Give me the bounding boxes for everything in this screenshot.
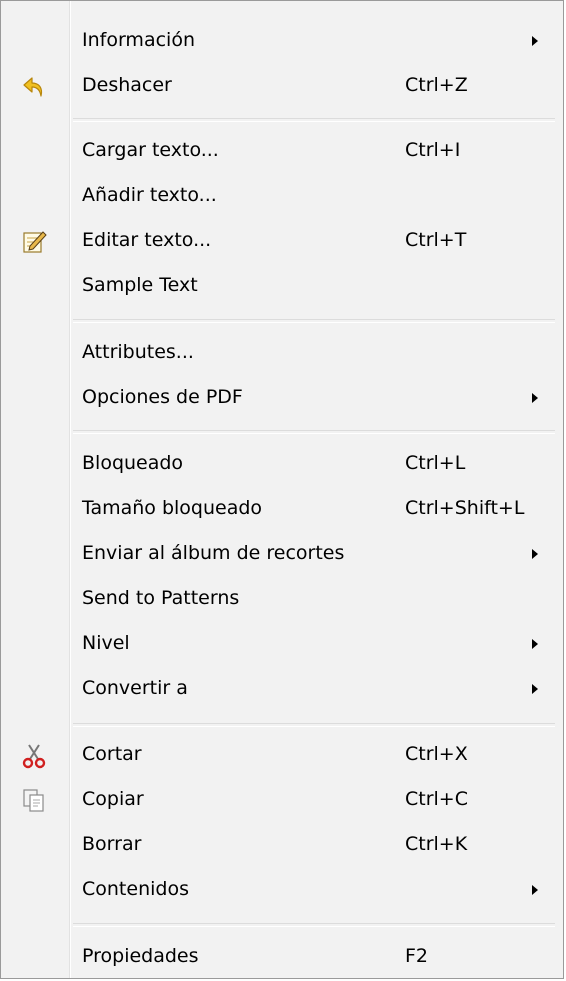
menu-item-shortcut: Ctrl+Shift+L (405, 497, 525, 519)
menu-item-label: Contenidos (82, 878, 189, 900)
menu-item-shortcut: F2 (405, 945, 429, 967)
menu-item-convertir-a[interactable]: Convertir a (1, 666, 563, 711)
submenu-arrow-icon (532, 639, 538, 649)
menu-item-label: Cortar (82, 743, 142, 765)
submenu-arrow-icon (532, 36, 538, 46)
menu-item-editar-texto[interactable]: Editar texto... Ctrl+T (1, 218, 563, 263)
menu-item-opciones-pdf[interactable]: Opciones de PDF (1, 375, 563, 420)
menu-item-label: Copiar (82, 788, 144, 810)
menu-item-label: Attributes... (82, 341, 194, 363)
edit-text-icon (21, 227, 47, 253)
menu-item-label: Propiedades (82, 945, 199, 967)
menu-item-shortcut: Ctrl+X (405, 743, 468, 765)
submenu-arrow-icon (532, 393, 538, 403)
menu-separator (73, 923, 555, 927)
submenu-arrow-icon (532, 885, 538, 895)
menu-separator (73, 723, 555, 727)
submenu-arrow-icon (532, 684, 538, 694)
menu-item-shortcut: Ctrl+Z (405, 74, 468, 96)
submenu-arrow-icon (532, 549, 538, 559)
menu-item-label: Nivel (82, 632, 130, 654)
menu-item-deshacer[interactable]: Deshacer Ctrl+Z (1, 63, 563, 108)
menu-item-shortcut: Ctrl+T (405, 229, 467, 251)
menu-item-sample-text[interactable]: Sample Text (1, 263, 563, 308)
menu-item-tamano-bloqueado[interactable]: Tamaño bloqueado Ctrl+Shift+L (1, 486, 563, 531)
menu-item-label: Deshacer (82, 74, 172, 96)
menu-item-nivel[interactable]: Nivel (1, 621, 563, 666)
menu-item-label: Convertir a (82, 677, 188, 699)
menu-item-label: Tamaño bloqueado (82, 497, 263, 519)
menu-item-send-to-patterns[interactable]: Send to Patterns (1, 576, 563, 621)
menu-item-label: Editar texto... (82, 229, 212, 251)
menu-item-label: Añadir texto... (82, 184, 217, 206)
menu-separator (73, 319, 555, 323)
menu-separator (73, 430, 555, 434)
menu-item-shortcut: Ctrl+L (405, 452, 466, 474)
menu-item-shortcut: Ctrl+K (405, 833, 468, 855)
menu-item-shortcut: Ctrl+C (405, 788, 468, 810)
menu-item-label: Bloqueado (82, 452, 184, 474)
menu-item-propiedades[interactable]: Propiedades F2 (1, 934, 563, 979)
menu-item-informacion[interactable]: Información (1, 18, 563, 63)
menu-item-label: Enviar al álbum de recortes (82, 542, 345, 564)
menu-item-cargar-texto[interactable]: Cargar texto... Ctrl+I (1, 128, 563, 173)
menu-item-anadir-texto[interactable]: Añadir texto... (1, 173, 563, 218)
menu-item-borrar[interactable]: Borrar Ctrl+K (1, 822, 563, 867)
menu-item-label: Send to Patterns (82, 587, 240, 609)
cut-icon (21, 741, 47, 769)
undo-icon (21, 72, 47, 98)
menu-item-label: Opciones de PDF (82, 386, 243, 408)
menu-item-label: Cargar texto... (82, 139, 219, 161)
menu-item-cortar[interactable]: Cortar Ctrl+X (1, 732, 563, 777)
copy-icon (21, 786, 47, 812)
menu-item-copiar[interactable]: Copiar Ctrl+C (1, 777, 563, 822)
menu-item-enviar-album[interactable]: Enviar al álbum de recortes (1, 531, 563, 576)
menu-item-contenidos[interactable]: Contenidos (1, 867, 563, 912)
menu-item-bloqueado[interactable]: Bloqueado Ctrl+L (1, 441, 563, 486)
menu-item-label: Sample Text (82, 274, 198, 296)
menu-item-shortcut: Ctrl+I (405, 139, 461, 161)
menu-item-label: Información (82, 29, 195, 51)
menu-item-attributes[interactable]: Attributes... (1, 330, 563, 375)
menu-separator (73, 118, 555, 122)
menu-item-label: Borrar (82, 833, 142, 855)
context-menu: Información Deshacer Ctrl+Z Cargar texto… (0, 0, 564, 979)
